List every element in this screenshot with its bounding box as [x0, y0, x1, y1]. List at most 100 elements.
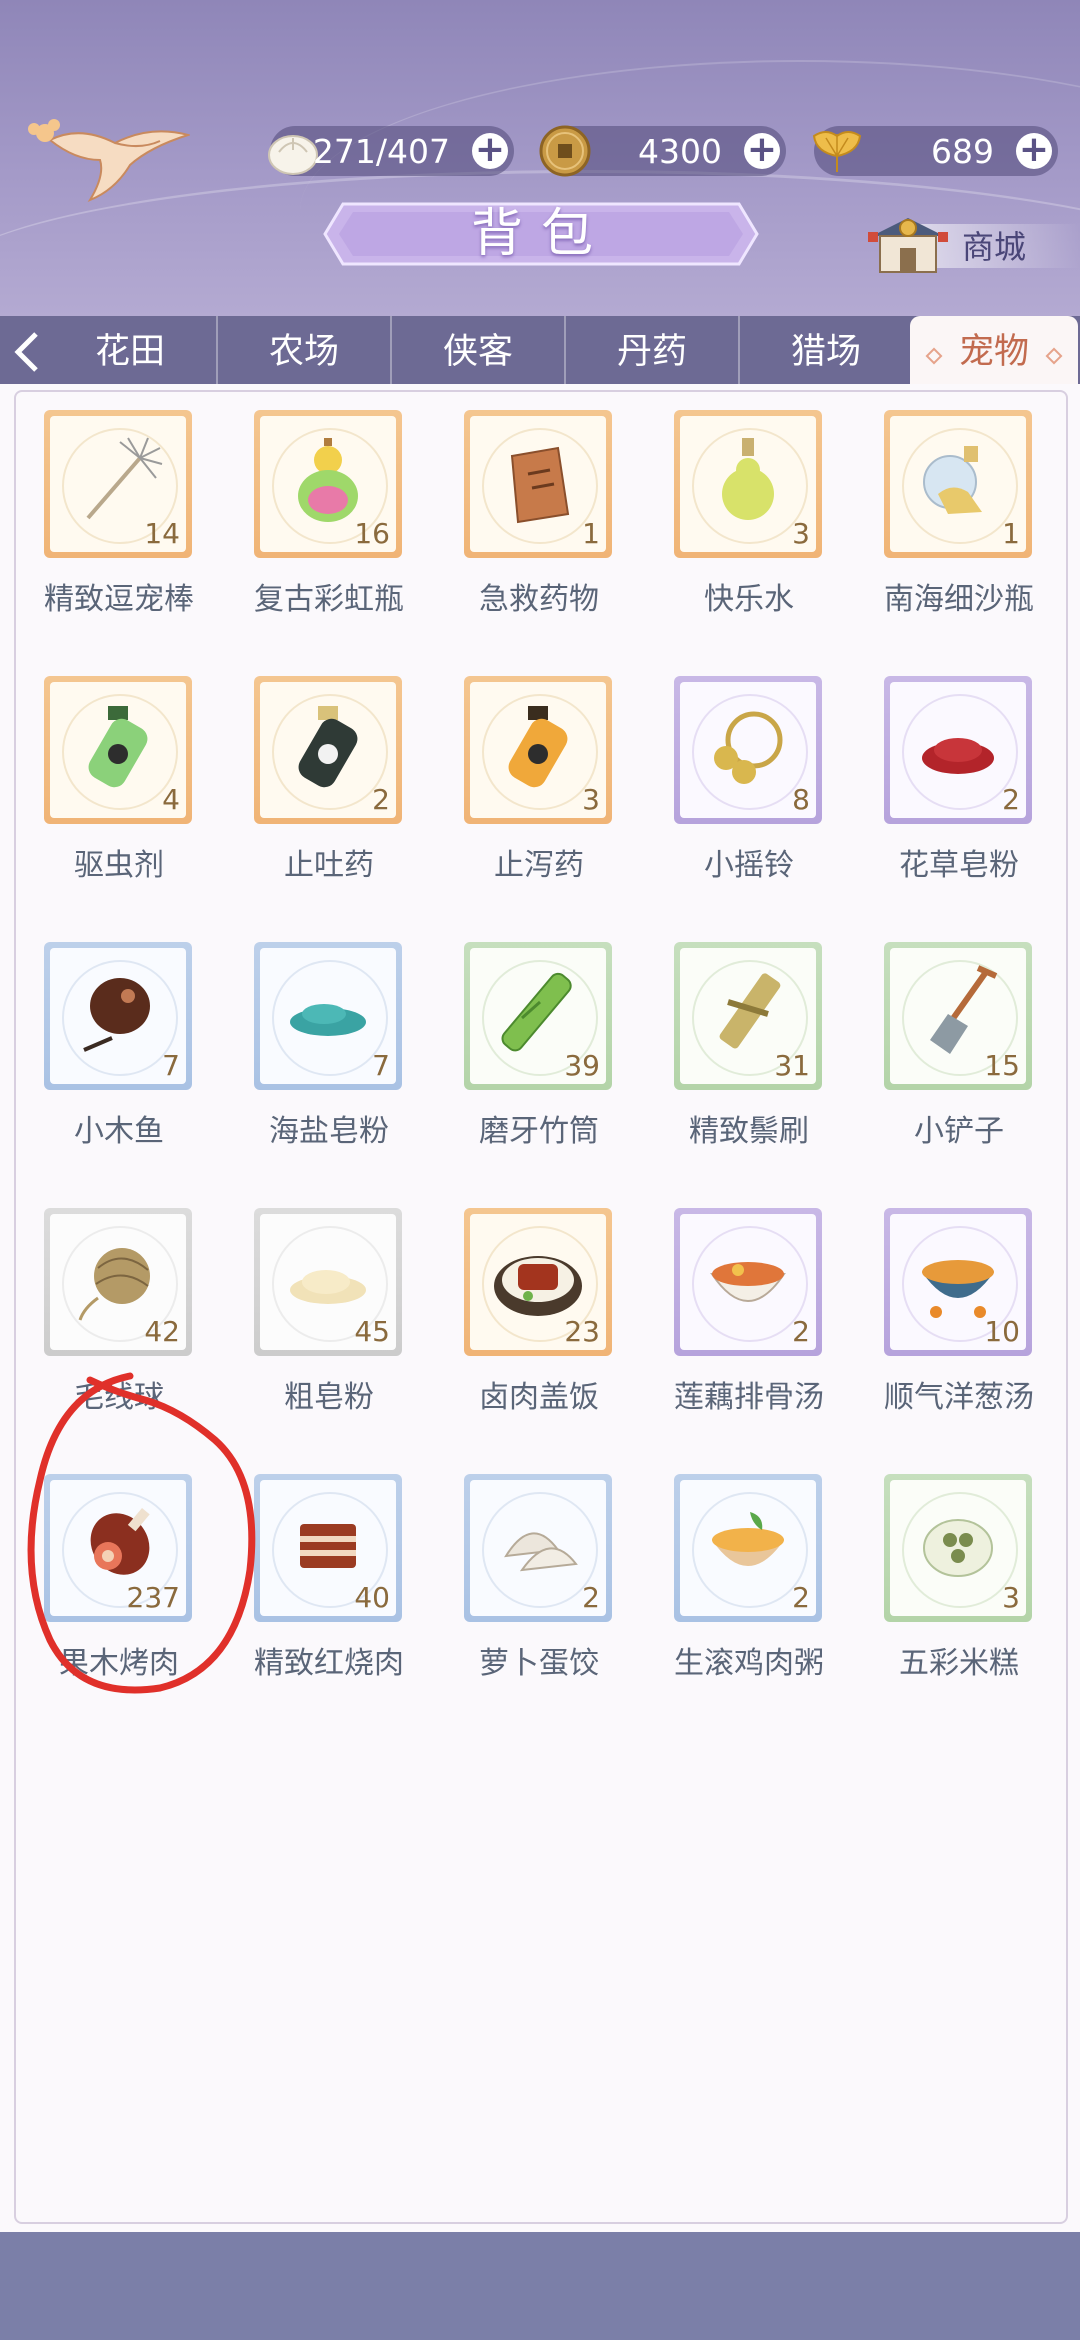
orange-bottle-icon — [508, 706, 568, 788]
coin-icon — [539, 125, 591, 177]
item-name: 生滚鸡肉粥 — [674, 1646, 824, 1681]
item-count: 3 — [792, 517, 810, 550]
item-count: 3 — [582, 783, 600, 816]
header-decoration — [300, 60, 1080, 318]
bell-icon — [714, 711, 783, 784]
item-name: 止泻药 — [494, 848, 584, 883]
tab-ornament — [925, 347, 943, 365]
tab-farm[interactable]: 农场 — [218, 316, 392, 388]
header: 271/407 + 4300 + 689 + 背包 商城 — [0, 0, 1080, 318]
tab-elixirs[interactable]: 丹药 — [566, 316, 740, 388]
item-card[interactable]: 14 — [44, 410, 192, 558]
item-card[interactable]: 4 — [44, 676, 192, 824]
coin-value: 4300 — [638, 132, 722, 171]
onion-soup-icon — [922, 1260, 994, 1318]
rainbow-gourd-icon — [298, 438, 358, 522]
shovel-icon — [930, 965, 998, 1054]
item-name: 小摇铃 — [704, 848, 794, 883]
item-card[interactable]: 8 — [674, 676, 822, 824]
item-name: 海盐皂粉 — [269, 1114, 389, 1149]
brush-icon — [719, 973, 781, 1049]
item-card[interactable]: 2 — [674, 1208, 822, 1356]
item-card[interactable]: 15 — [884, 942, 1032, 1090]
item-card[interactable]: 7 — [254, 942, 402, 1090]
white-powder-icon — [290, 1270, 366, 1304]
item-count: 2 — [1002, 783, 1020, 816]
item-name: 精致鬃刷 — [689, 1114, 809, 1149]
item-count: 16 — [354, 517, 390, 550]
item-card[interactable]: 10 — [884, 1208, 1032, 1356]
item-count: 4 — [162, 783, 180, 816]
item-count: 8 — [792, 783, 810, 816]
bamboo-tube-icon — [501, 972, 572, 1052]
stamina-counter: 271/407 + — [268, 126, 514, 176]
add-coin-button[interactable]: + — [744, 132, 780, 169]
item-card[interactable]: 1 — [884, 410, 1032, 558]
item-count: 31 — [774, 1049, 810, 1082]
tab-flower-field[interactable]: 花田 — [44, 316, 218, 388]
item-card[interactable]: 1 — [464, 410, 612, 558]
item-count: 39 — [564, 1049, 600, 1082]
item-card[interactable]: 42 — [44, 1208, 192, 1356]
tab-hunting-ground[interactable]: 猎场 — [740, 316, 912, 388]
item-name: 萝卜蛋饺 — [479, 1646, 599, 1681]
red-powder-icon — [922, 738, 994, 774]
add-stamina-button[interactable]: + — [472, 132, 508, 169]
item-card[interactable]: 45 — [254, 1208, 402, 1356]
wooden-fish-icon — [83, 978, 150, 1052]
item-count: 42 — [144, 1315, 180, 1348]
item-count: 3 — [1002, 1581, 1020, 1614]
medicine-pack-icon — [510, 446, 570, 524]
item-card[interactable]: 2 — [884, 676, 1032, 824]
item-card[interactable]: 31 — [674, 942, 822, 1090]
item-card[interactable]: 3 — [884, 1474, 1032, 1622]
sand-bottle-icon — [923, 446, 982, 514]
tab-pets[interactable]: 宠物 — [910, 316, 1078, 394]
item-card[interactable]: 3 — [464, 676, 612, 824]
item-count: 10 — [984, 1315, 1020, 1348]
green-flask-icon — [722, 438, 774, 520]
back-arrow-icon[interactable] — [10, 330, 44, 374]
leaf-counter: 689 + — [812, 126, 1058, 176]
black-bottle-icon — [298, 706, 358, 788]
soup-bowl-icon — [710, 1262, 786, 1302]
item-count: 40 — [354, 1581, 390, 1614]
item-name: 莲藕排骨汤 — [674, 1380, 824, 1415]
item-name: 止吐药 — [284, 848, 374, 883]
item-count: 1 — [1002, 517, 1020, 550]
swallow-logo-icon — [28, 119, 190, 203]
item-count: 2 — [792, 1315, 810, 1348]
item-name: 复古彩虹瓶 — [254, 582, 404, 617]
item-card[interactable]: 2 — [254, 676, 402, 824]
item-card[interactable]: 7 — [44, 942, 192, 1090]
item-name: 花草皂粉 — [899, 848, 1019, 883]
braised-meat-icon — [300, 1524, 356, 1568]
green-bottle-icon — [88, 706, 148, 788]
item-card[interactable]: 2 — [674, 1474, 822, 1622]
ginkgo-leaf-icon — [812, 131, 862, 172]
braised-pork-rice-icon — [494, 1256, 582, 1316]
category-tabs: 花田 农场 侠客 丹药 猎场 宠物 — [0, 316, 1080, 394]
item-name: 快乐水 — [704, 582, 794, 617]
item-card[interactable]: 39 — [464, 942, 612, 1090]
teal-powder-icon — [290, 1004, 366, 1036]
item-card[interactable]: 40 — [254, 1474, 402, 1622]
item-count: 45 — [354, 1315, 390, 1348]
item-count: 7 — [372, 1049, 390, 1082]
shop-building-icon — [868, 218, 948, 273]
tab-pets-label: 宠物 — [958, 332, 1029, 372]
item-card[interactable]: 23 — [464, 1208, 612, 1356]
item-name: 急救药物 — [479, 582, 599, 617]
item-name: 南海细沙瓶 — [884, 582, 1034, 617]
item-card[interactable]: 16 — [254, 410, 402, 558]
add-leaf-button[interactable]: + — [1016, 132, 1052, 169]
tab-heroes[interactable]: 侠客 — [392, 316, 566, 388]
stamina-value: 271/407 — [312, 132, 450, 171]
shop-button[interactable]: 商城 — [862, 210, 1080, 273]
item-count: 1 — [582, 517, 600, 550]
item-card[interactable]: 3 — [674, 410, 822, 558]
item-count: 2 — [372, 783, 390, 816]
feather-wand-icon — [86, 437, 163, 520]
item-name: 精致逗宠棒 — [44, 582, 194, 617]
item-card[interactable]: 2 — [464, 1474, 612, 1622]
